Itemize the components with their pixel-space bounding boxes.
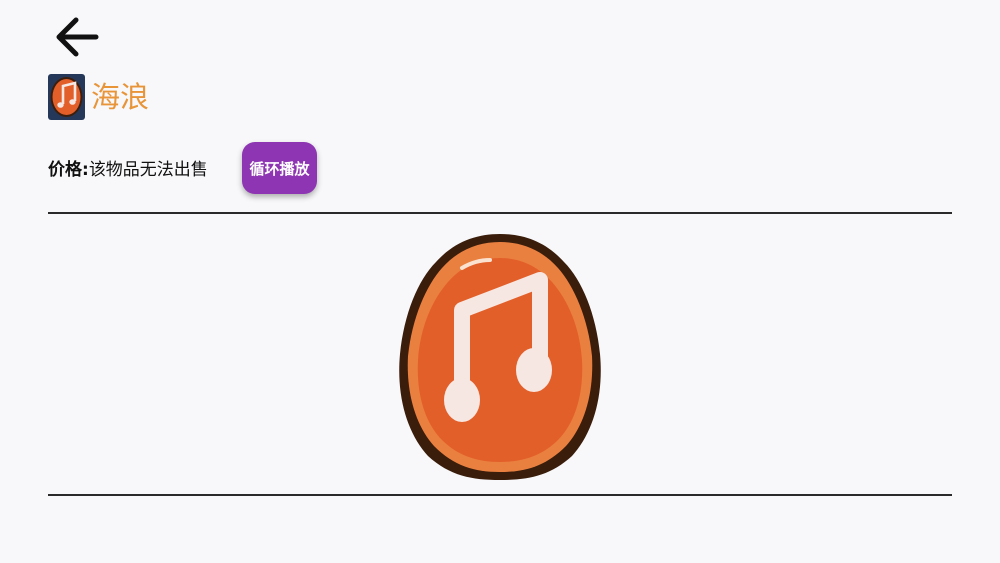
music-note-badge-icon bbox=[48, 74, 85, 120]
music-note-badge-icon bbox=[399, 234, 601, 480]
price-value: 该物品无法出售 bbox=[88, 160, 208, 180]
divider-bottom bbox=[48, 494, 952, 496]
loop-play-button[interactable]: 循环播放 bbox=[242, 142, 317, 194]
back-button[interactable] bbox=[50, 12, 106, 62]
price-row: 价格:该物品无法出售 bbox=[48, 155, 208, 180]
price-label: 价格: bbox=[48, 160, 89, 180]
divider-top bbox=[48, 212, 952, 214]
arrow-left-icon bbox=[56, 17, 99, 57]
item-header: 海浪 bbox=[48, 74, 149, 120]
item-title: 海浪 bbox=[91, 80, 150, 114]
